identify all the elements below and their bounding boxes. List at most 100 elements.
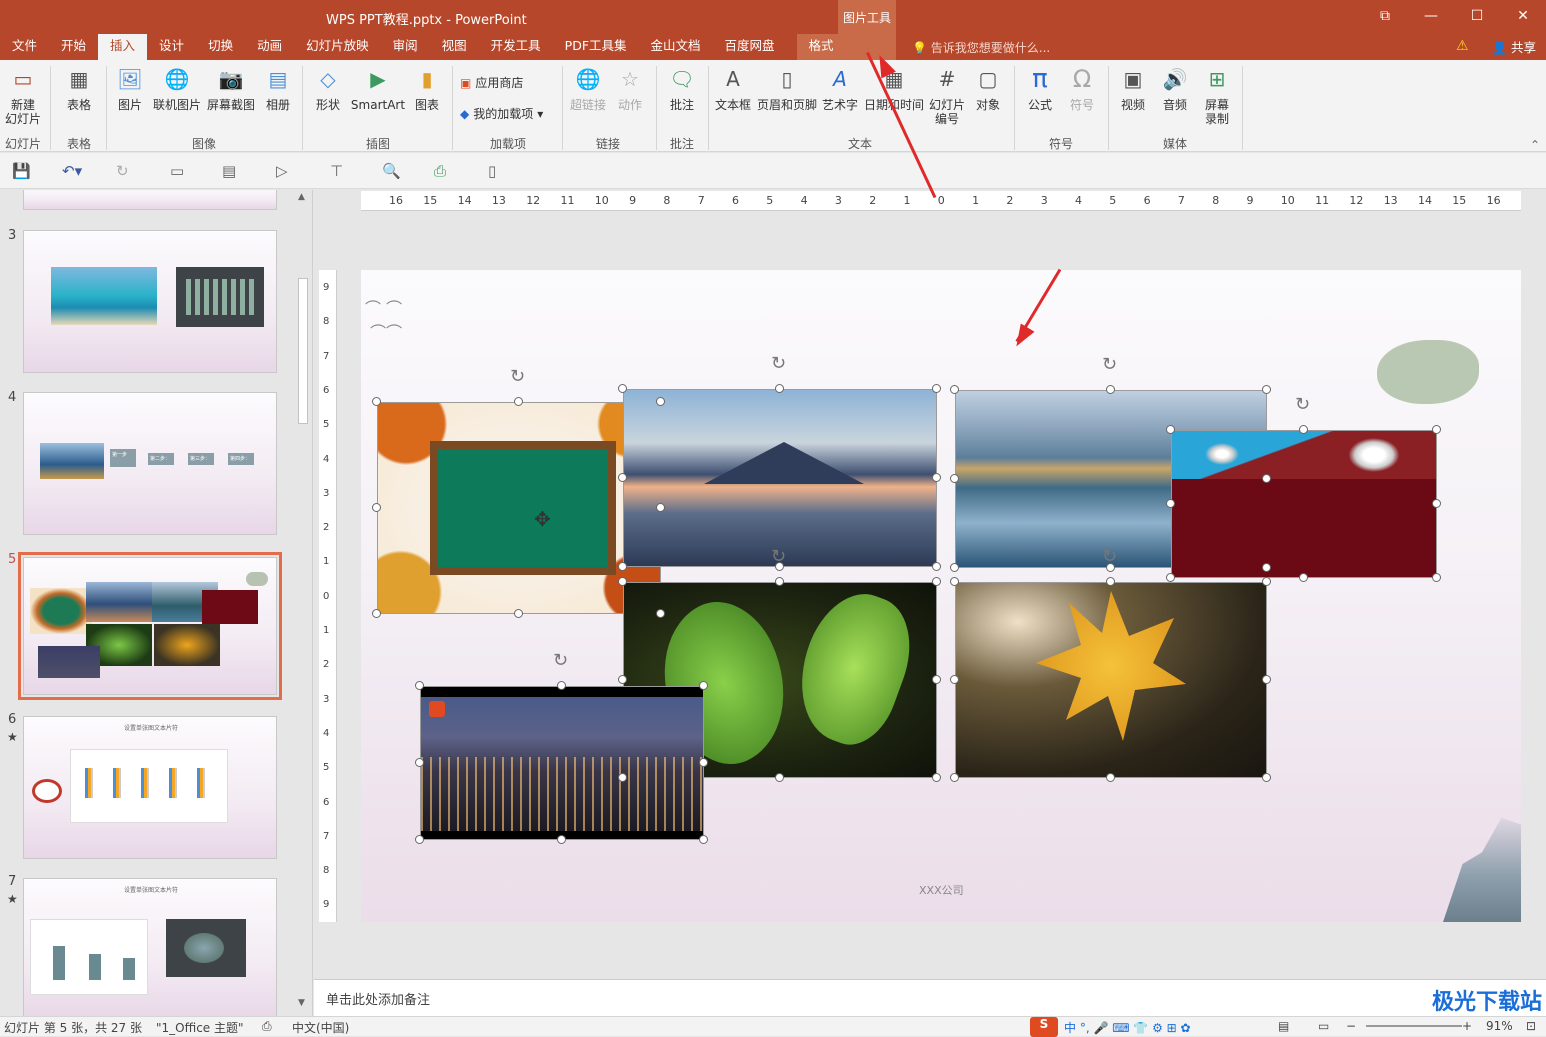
slide-thumbnail-4[interactable]: 第一步 第二步： 第三步： 第四步： <box>23 392 277 535</box>
tell-me-search[interactable]: 💡 告诉我您想要做什么... <box>912 39 1050 56</box>
symbol-button[interactable]: Ω 符号 <box>1062 64 1102 112</box>
share-button[interactable]: 👤 共享 <box>1491 37 1536 56</box>
tab-11[interactable]: 金山文档 <box>639 34 713 60</box>
picture-palace-eaves[interactable] <box>1171 430 1437 578</box>
resize-handle[interactable] <box>699 758 708 767</box>
rotate-handle-icon[interactable]: ↻ <box>1102 546 1117 567</box>
picture-city-night[interactable] <box>420 686 704 840</box>
tab-8[interactable]: 视图 <box>430 34 479 60</box>
resize-handle[interactable] <box>1166 499 1175 508</box>
notes-placeholder[interactable]: 单击此处添加备注 <box>326 989 430 1008</box>
resize-handle[interactable] <box>1106 385 1115 394</box>
resize-handle[interactable] <box>932 473 941 482</box>
resize-handle[interactable] <box>1299 425 1308 434</box>
resize-handle[interactable] <box>514 397 523 406</box>
resize-handle[interactable] <box>618 562 627 571</box>
screenshot-button[interactable]: 📷 屏幕截图 <box>205 64 257 112</box>
equation-button[interactable]: π 公式 <box>1020 64 1060 112</box>
sogou-ime-icon[interactable]: S <box>1030 1017 1058 1037</box>
tab-10[interactable]: PDF工具集 <box>553 34 639 60</box>
header-footer-button[interactable]: ▯ 页眉和页脚 <box>756 64 818 112</box>
tab-13[interactable]: 格式 <box>796 34 846 60</box>
shapes-button[interactable]: ◇ 形状 <box>308 64 348 112</box>
slide-thumbnail-6[interactable]: 设置单张图文本片符 <box>23 716 277 859</box>
resize-handle[interactable] <box>1262 563 1271 572</box>
resize-handle[interactable] <box>1106 773 1115 782</box>
screen-record-button[interactable]: ⊞ 屏幕 录制 <box>1198 64 1236 126</box>
resize-handle[interactable] <box>932 675 941 684</box>
resize-handle[interactable] <box>932 562 941 571</box>
tab-4[interactable]: 切换 <box>196 34 245 60</box>
resize-handle[interactable] <box>950 385 959 394</box>
tab-0[interactable]: 文件 <box>0 34 49 60</box>
resize-handle[interactable] <box>415 758 424 767</box>
undo-icon[interactable]: ↶▾ <box>62 162 82 180</box>
wordart-button[interactable]: A 艺术字 <box>820 64 860 112</box>
resize-handle[interactable] <box>557 835 566 844</box>
audio-button[interactable]: 🔊 音频 <box>1156 64 1194 112</box>
scroll-thumb[interactable] <box>298 278 308 424</box>
table-button[interactable]: ▦ 表格 <box>58 64 100 112</box>
collapse-ribbon-icon[interactable]: ⌃ <box>1530 138 1540 152</box>
resize-handle[interactable] <box>415 835 424 844</box>
resize-handle[interactable] <box>557 681 566 690</box>
slide-thumbnail-7[interactable]: 设置单张图文本片符 <box>23 878 277 1016</box>
resize-handle[interactable] <box>618 577 627 586</box>
object-button[interactable]: ▢ 对象 <box>970 64 1006 112</box>
resize-handle[interactable] <box>514 609 523 618</box>
rotate-handle-icon[interactable]: ↻ <box>510 366 525 387</box>
action-button[interactable]: ☆ 动作 <box>612 64 648 112</box>
slide-thumbnail-5[interactable] <box>18 552 282 700</box>
slide-thumbnail-3[interactable] <box>23 230 277 373</box>
resize-handle[interactable] <box>1166 425 1175 434</box>
tab-3[interactable]: 设计 <box>147 34 196 60</box>
resize-handle[interactable] <box>618 773 627 782</box>
slide-canvas[interactable]: ︵ ︵ ︵︵ ✥ ↻ ↻ ↻ ↻ ↻ ↻ ↻ XXX公司 <box>361 270 1521 922</box>
tab-5[interactable]: 动画 <box>245 34 294 60</box>
save-icon[interactable]: 💾 <box>12 162 31 180</box>
resize-handle[interactable] <box>932 384 941 393</box>
online-picture-button[interactable]: 🌐 联机图片 <box>150 64 204 112</box>
minimize-button[interactable]: — <box>1408 0 1454 32</box>
resize-handle[interactable] <box>618 384 627 393</box>
comment-button[interactable]: 🗨 批注 <box>662 64 702 112</box>
resize-handle[interactable] <box>618 675 627 684</box>
resize-handle[interactable] <box>932 773 941 782</box>
tab-9[interactable]: 开发工具 <box>479 34 553 60</box>
resize-handle[interactable] <box>1166 573 1175 582</box>
resize-handle[interactable] <box>950 474 959 483</box>
resize-handle[interactable] <box>656 397 665 406</box>
resize-handle[interactable] <box>1106 577 1115 586</box>
resize-handle[interactable] <box>1262 577 1271 586</box>
notes-view-icon[interactable]: ▤ <box>1278 1019 1289 1033</box>
resize-handle[interactable] <box>1262 474 1271 483</box>
rotate-handle-icon[interactable]: ↻ <box>553 650 568 671</box>
tab-6[interactable]: 幻灯片放映 <box>294 34 381 60</box>
resize-handle[interactable] <box>699 681 708 690</box>
resize-handle[interactable] <box>1432 573 1441 582</box>
resize-handle[interactable] <box>372 609 381 618</box>
maximize-button[interactable]: ☐ <box>1454 0 1500 32</box>
tab-12[interactable]: 百度网盘 <box>713 34 787 60</box>
resize-handle[interactable] <box>950 563 959 572</box>
smartart-button[interactable]: ▶ SmartArt <box>350 64 406 112</box>
redo-icon[interactable]: ↻ <box>116 162 129 180</box>
textbox-button[interactable]: A 文本框 <box>712 64 754 112</box>
resize-handle[interactable] <box>415 681 424 690</box>
chart-button[interactable]: ▮ 图表 <box>410 64 444 112</box>
album-button[interactable]: ▤ 相册 <box>260 64 296 112</box>
my-addins-button[interactable]: ◆ 我的加载项 ▾ <box>460 105 543 122</box>
resize-handle[interactable] <box>372 503 381 512</box>
picture-mount-fuji[interactable] <box>623 389 937 567</box>
zoom-out-icon[interactable]: − <box>1346 1019 1356 1033</box>
hyperlink-button[interactable]: 🌐 超链接 <box>568 64 608 112</box>
resize-handle[interactable] <box>932 577 941 586</box>
qat-layout-icon[interactable]: ▤ <box>222 162 236 180</box>
qat-start-icon[interactable]: ⊤ <box>330 162 343 180</box>
ribbon-display-icon[interactable]: ⧉ <box>1362 0 1408 32</box>
qat-print-icon[interactable]: ⎙ <box>434 162 446 180</box>
resize-handle[interactable] <box>1432 499 1441 508</box>
new-slide-button[interactable]: ▭ 新建 幻灯片 <box>2 64 44 126</box>
warning-icon[interactable]: ⚠ <box>1456 38 1469 54</box>
picture-button[interactable]: 🖼 图片 <box>112 64 148 112</box>
